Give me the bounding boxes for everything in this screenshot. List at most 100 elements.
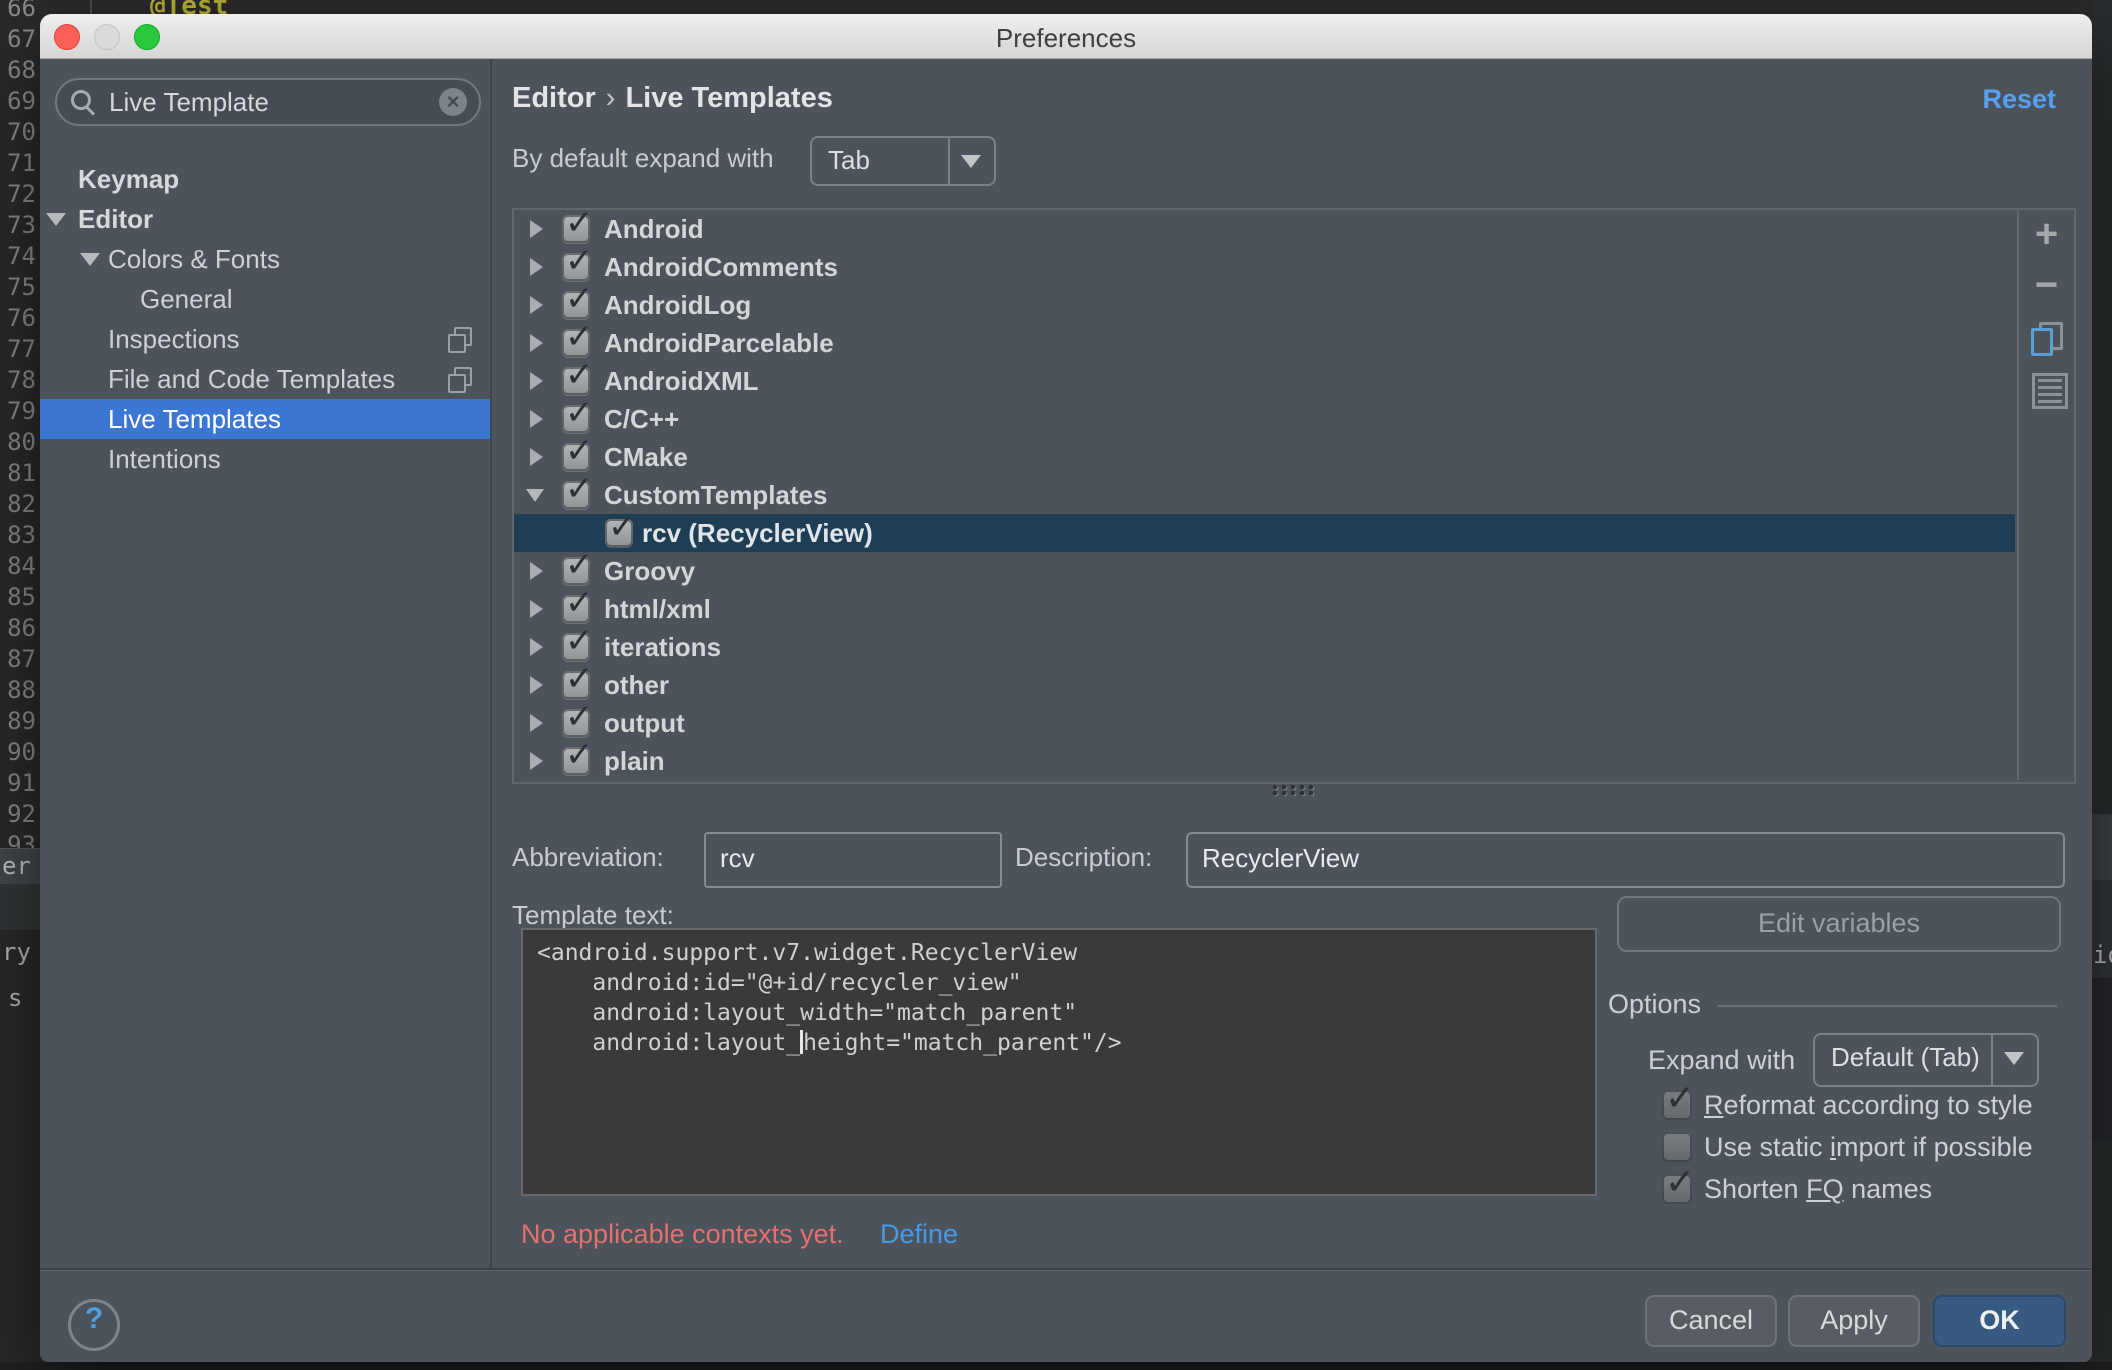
search-input[interactable]: Live Template ×: [55, 78, 481, 126]
expand-arrow-icon[interactable]: [530, 448, 543, 466]
apply-button[interactable]: Apply: [1788, 1295, 1920, 1347]
template-text-label: Template text:: [512, 900, 674, 931]
checkbox[interactable]: ✓: [562, 291, 590, 319]
sidebar-item-inspections[interactable]: Inspections: [40, 319, 490, 359]
template-list: ✓ Android ✓ AndroidComments ✓ AndroidLog…: [514, 210, 2015, 780]
sidebar-item-intentions[interactable]: Intentions: [40, 439, 490, 479]
template-group-row[interactable]: ✓ AndroidLog: [514, 286, 2015, 324]
expand-arrow-icon[interactable]: [530, 334, 543, 352]
checkbox[interactable]: ✓: [562, 443, 590, 471]
help-icon[interactable]: ?: [68, 1299, 120, 1351]
sidebar-item-label: File and Code Templates: [108, 359, 395, 399]
checkbox[interactable]: ✓: [562, 595, 590, 623]
sidebar-item-keymap[interactable]: Keymap: [40, 159, 490, 199]
sidebar-item-general[interactable]: General: [40, 279, 490, 319]
context-warning-text: No applicable contexts yet.: [521, 1219, 844, 1250]
checkbox[interactable]: ✓: [562, 367, 590, 395]
expand-arrow-icon[interactable]: [530, 638, 543, 656]
template-group-label: Android: [604, 210, 704, 248]
cancel-button[interactable]: Cancel: [1645, 1295, 1777, 1347]
define-link[interactable]: Define: [880, 1219, 958, 1250]
template-group-row[interactable]: ✓ Android: [514, 210, 2015, 248]
settings-sidebar: Live Template × Keymap Editor Colors & F…: [40, 59, 492, 1268]
search-icon: [71, 90, 91, 110]
expand-arrow-icon[interactable]: [530, 296, 543, 314]
edit-variables-button[interactable]: Edit variables: [1617, 896, 2061, 952]
sidebar-item-colors-fonts[interactable]: Colors & Fonts: [40, 239, 490, 279]
sidebar-item-file-code-templates[interactable]: File and Code Templates: [40, 359, 490, 399]
expand-arrow-icon[interactable]: [530, 600, 543, 618]
abbreviation-field[interactable]: rcv: [704, 832, 1002, 888]
checkbox[interactable]: ✓: [562, 405, 590, 433]
checkbox[interactable]: ✓: [562, 253, 590, 281]
expand-arrow-icon[interactable]: [530, 714, 543, 732]
template-group-row[interactable]: ✓ AndroidComments: [514, 248, 2015, 286]
sidebar-item-label: Keymap: [78, 159, 179, 199]
expand-arrow-icon[interactable]: [530, 562, 543, 580]
template-group-label: plain: [604, 742, 665, 780]
checkbox[interactable]: ✓: [562, 329, 590, 357]
checkbox[interactable]: ✓: [1662, 1174, 1692, 1204]
sidebar-item-label: Live Templates: [108, 399, 281, 439]
template-group-row[interactable]: ✓ Groovy: [514, 552, 2015, 590]
duplicate-icon[interactable]: [2031, 322, 2063, 356]
template-group-row[interactable]: ✓ output: [514, 704, 2015, 742]
template-text-editor[interactable]: <android.support.v7.widget.RecyclerView …: [521, 928, 1597, 1196]
template-group-row[interactable]: ✓ plain: [514, 742, 2015, 780]
restore-default-icon[interactable]: [2032, 373, 2068, 409]
checkbox[interactable]: ✓: [1662, 1090, 1692, 1120]
default-expand-select[interactable]: Tab: [810, 136, 996, 186]
description-value: RecyclerView: [1202, 843, 1359, 874]
breadcrumb-live-templates: Live Templates: [625, 82, 832, 114]
checkbox[interactable]: ✓: [562, 709, 590, 737]
default-expand-label: By default expand with: [512, 143, 774, 174]
checkbox[interactable]: ✓: [562, 481, 590, 509]
template-group-row[interactable]: ✓ AndroidParcelable: [514, 324, 2015, 362]
add-icon[interactable]: +: [2019, 212, 2074, 257]
sidebar-item-live-templates[interactable]: Live Templates: [40, 399, 490, 439]
settings-tree: Keymap Editor Colors & Fonts General Ins…: [40, 159, 490, 479]
checkbox[interactable]: ✓: [562, 747, 590, 775]
template-group-row[interactable]: ✓ other: [514, 666, 2015, 704]
editor-fragment-ry: ry: [2, 938, 31, 966]
template-group-row[interactable]: ✓ AndroidXML: [514, 362, 2015, 400]
expand-arrow-icon[interactable]: [530, 752, 543, 770]
description-field[interactable]: RecyclerView: [1186, 832, 2065, 888]
checkbox[interactable]: ✓: [605, 519, 633, 547]
expand-arrow-icon[interactable]: [530, 372, 543, 390]
checkbox[interactable]: ✓: [562, 215, 590, 243]
screen: 66 67 68 69 70 71 72 73 74 75 76 77 78 7…: [0, 0, 2112, 1370]
checkbox[interactable]: [1662, 1132, 1692, 1162]
reset-link[interactable]: Reset: [1982, 84, 2056, 115]
expand-with-select[interactable]: Default (Tab): [1813, 1033, 2039, 1087]
ok-button[interactable]: OK: [1933, 1295, 2066, 1347]
chevron-down-icon[interactable]: [80, 253, 100, 266]
title-bar[interactable]: Preferences: [40, 14, 2092, 59]
checkbox[interactable]: ✓: [562, 633, 590, 661]
remove-icon[interactable]: −: [2019, 263, 2074, 308]
checkbox[interactable]: ✓: [562, 671, 590, 699]
template-group-row[interactable]: ✓ C/C++: [514, 400, 2015, 438]
expand-arrow-icon[interactable]: [530, 410, 543, 428]
template-group-row[interactable]: ✓ html/xml: [514, 590, 2015, 628]
checkbox[interactable]: ✓: [562, 557, 590, 585]
expand-arrow-icon[interactable]: [530, 676, 543, 694]
template-group-row[interactable]: ✓ iterations: [514, 628, 2015, 666]
clear-search-icon[interactable]: ×: [439, 88, 467, 116]
dropdown-arrow-box[interactable]: [1991, 1035, 2037, 1085]
expand-arrow-icon[interactable]: [530, 258, 543, 276]
template-group-row[interactable]: ✓ CustomTemplates: [514, 476, 2015, 514]
resize-grip[interactable]: [1272, 784, 1318, 796]
option-label: Shorten FQ names: [1704, 1174, 1932, 1205]
collapse-arrow-icon[interactable]: [526, 489, 544, 502]
sidebar-item-editor[interactable]: Editor: [40, 199, 490, 239]
dropdown-arrow-box[interactable]: [948, 138, 994, 184]
search-value: Live Template: [109, 87, 269, 118]
option-label: Use static import if possible: [1704, 1132, 2033, 1163]
template-group-row[interactable]: ✓ CMake: [514, 438, 2015, 476]
expand-arrow-icon[interactable]: [530, 220, 543, 238]
abbreviation-value: rcv: [720, 843, 755, 874]
template-row-selected[interactable]: ✓ rcv (RecyclerView): [514, 514, 2015, 552]
options-title: Options: [1608, 989, 1701, 1020]
chevron-down-icon[interactable]: [46, 213, 66, 226]
